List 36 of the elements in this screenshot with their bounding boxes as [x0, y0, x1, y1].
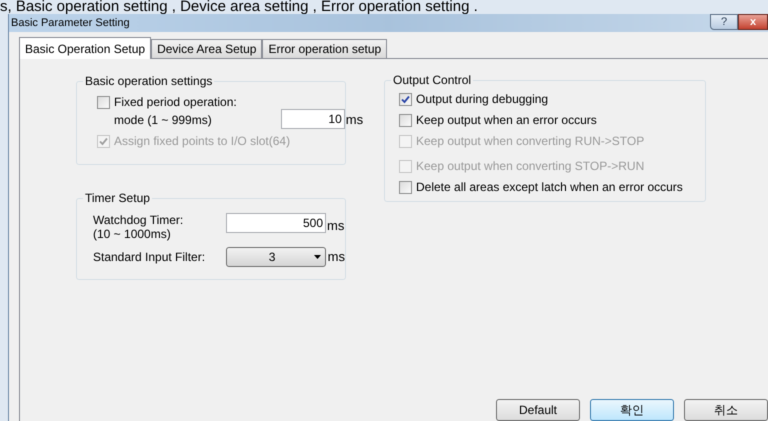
- checkbox-label: Output during debugging: [416, 91, 548, 108]
- watchdog-label: Watchdog Timer:: [93, 213, 184, 227]
- checkbox[interactable]: [97, 96, 110, 108]
- dialog-button[interactable]: 확인: [590, 399, 674, 421]
- checkbox-label: Fixed period operation:: [114, 94, 237, 111]
- dialog-button[interactable]: Default: [496, 399, 580, 421]
- tab[interactable]: Device Area Setup: [151, 39, 262, 58]
- period-input-field[interactable]: 10: [280, 109, 345, 129]
- checkbox[interactable]: [399, 180, 412, 194]
- caption-text: s, Basic operation setting , Device area setting , Error operation setting .: [0, 0, 479, 14]
- group-title: Output Control: [391, 73, 474, 87]
- checkbox-label: Keep output when an error occurs: [416, 112, 597, 129]
- unit-label: ms: [328, 248, 345, 266]
- unit-label: ms: [346, 110, 364, 128]
- tab[interactable]: Basic Operation Setup: [19, 37, 152, 59]
- watchdog-range-label: (10 ~ 1000ms): [93, 227, 172, 241]
- check-icon: [401, 94, 410, 104]
- checkbox[interactable]: [399, 92, 412, 106]
- checkbox-label: Assign fixed points to I/O slot(64): [114, 133, 290, 150]
- checkbox-label: Keep output when converting RUN->STOP: [416, 133, 644, 150]
- checkbox-label: Delete all areas except latch when an error occurs: [416, 179, 683, 196]
- group-title: Basic operation settings: [83, 74, 214, 88]
- window-title: Basic Parameter Setting: [10, 16, 130, 31]
- tab[interactable]: Error operation setup: [262, 39, 388, 58]
- filter-dropdown[interactable]: 3: [226, 247, 326, 267]
- unit-label: ms: [327, 217, 344, 235]
- help-button[interactable]: ?: [710, 14, 738, 30]
- watchdog-input-field[interactable]: 500: [226, 213, 326, 233]
- mode-range-label: mode (1 ~ 999ms): [113, 112, 213, 129]
- dialog-button[interactable]: 취소: [684, 399, 768, 421]
- caret-icon: [314, 255, 321, 259]
- check-icon: [99, 136, 108, 146]
- checkbox-label: Keep output when converting STOP->RUN: [416, 158, 644, 175]
- checkbox[interactable]: [399, 114, 412, 126]
- input-filter-label: Standard Input Filter:: [93, 249, 206, 266]
- group-title: Timer Setup: [83, 191, 152, 205]
